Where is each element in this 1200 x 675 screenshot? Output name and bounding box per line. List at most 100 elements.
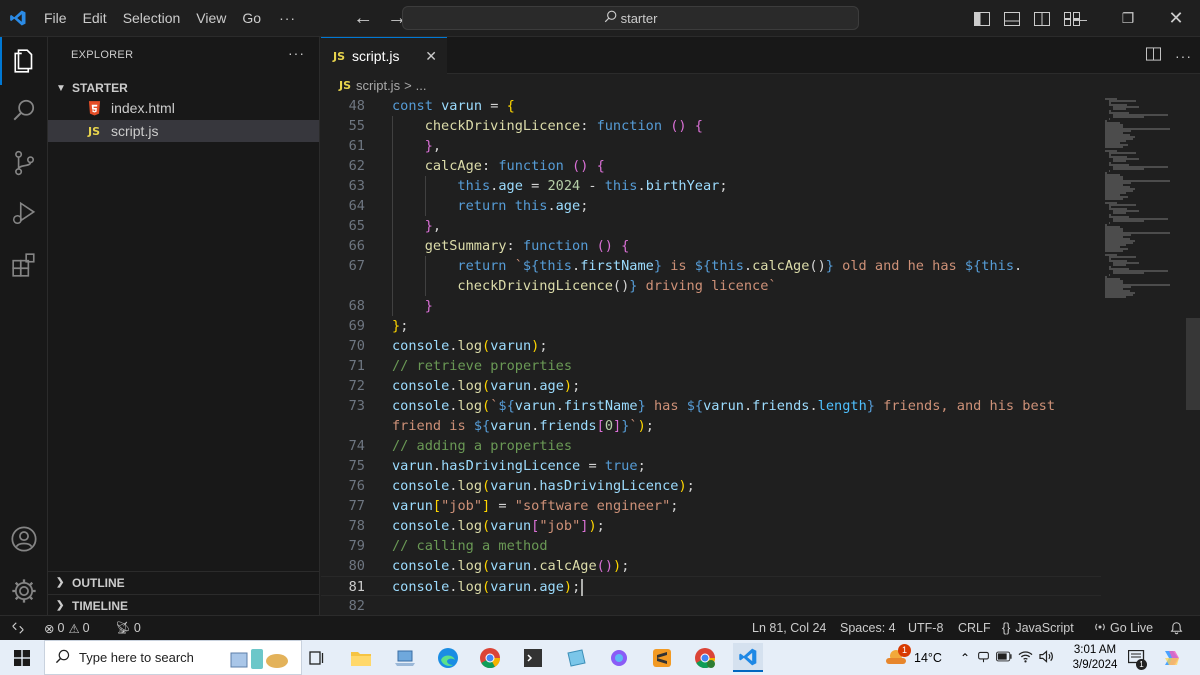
- task-view-icon[interactable]: [302, 643, 332, 672]
- menu-view[interactable]: View: [188, 0, 234, 37]
- explorer-icon[interactable]: [0, 37, 48, 85]
- network-drive-icon[interactable]: [977, 650, 990, 666]
- toggle-primary-sidebar-icon[interactable]: [967, 0, 997, 37]
- minimap[interactable]: [1103, 96, 1185, 615]
- outline-section[interactable]: ❯ OUTLINE: [48, 571, 319, 593]
- code-line[interactable]: 77 varun["job"] = "software engineer";: [321, 496, 1101, 516]
- code-text: return `${this.firstName} is ${this.calc…: [457, 258, 1023, 274]
- file-explorer-icon[interactable]: [346, 643, 376, 672]
- editor-scrollbar[interactable]: [1186, 318, 1200, 410]
- code-line[interactable]: 55 checkDrivingLicence: function () {: [321, 116, 1101, 136]
- windows-start-icon[interactable]: [0, 640, 44, 675]
- explorer-more-button[interactable]: ···: [288, 45, 305, 61]
- indentation[interactable]: Spaces: 4: [840, 616, 896, 640]
- notepad-icon[interactable]: [561, 643, 591, 672]
- more-actions-button[interactable]: ···: [1175, 48, 1192, 64]
- file-script-js[interactable]: JS script.js: [48, 120, 319, 142]
- encoding[interactable]: UTF-8: [908, 616, 943, 640]
- language-mode[interactable]: {} JavaScript: [1002, 616, 1074, 640]
- toggle-secondary-sidebar-icon[interactable]: [1027, 0, 1057, 37]
- command-center-search[interactable]: starter: [402, 6, 859, 30]
- code-line[interactable]: 76 console.log(varun.hasDrivingLicence);: [321, 476, 1101, 496]
- code-line[interactable]: 75 varun.hasDrivingLicence = true;: [321, 456, 1101, 476]
- code-line[interactable]: 66 getSummary: function () {: [321, 236, 1101, 256]
- weather-widget[interactable]: 1 14°C: [884, 640, 942, 675]
- notifications-bell-icon[interactable]: [1170, 616, 1183, 640]
- volume-icon[interactable]: [1039, 649, 1054, 666]
- end-of-line[interactable]: CRLF: [958, 616, 991, 640]
- code-line[interactable]: 70 console.log(varun);: [321, 336, 1101, 356]
- cursor-position[interactable]: Ln 81, Col 24: [752, 616, 826, 640]
- go-live-button[interactable]: Go Live: [1094, 616, 1153, 640]
- code-line[interactable]: 78 console.log(varun["job"]);: [321, 516, 1101, 536]
- source-control-icon[interactable]: [0, 139, 48, 187]
- minimize-icon[interactable]: —: [1056, 0, 1104, 37]
- code-line[interactable]: 64 return this.age;: [321, 196, 1101, 216]
- run-debug-icon[interactable]: [0, 189, 48, 237]
- line-number: 82: [348, 598, 365, 614]
- chrome-browser-icon[interactable]: [475, 643, 505, 672]
- vscode-taskbar-icon[interactable]: [733, 643, 763, 672]
- wifi-icon[interactable]: [1018, 650, 1033, 666]
- remote-indicator-icon[interactable]: [0, 616, 36, 640]
- ports-indicator[interactable]: 📡︎ 0: [115, 616, 141, 640]
- code-line[interactable]: 69};: [321, 316, 1101, 336]
- breadcrumb-file[interactable]: script.js: [356, 78, 400, 93]
- go-live-label: Go Live: [1110, 621, 1154, 635]
- menu-more-button[interactable]: ···: [269, 0, 306, 37]
- code-line[interactable]: friend is ${varun.friends[0]}`);: [321, 416, 1101, 436]
- copilot-tray-icon[interactable]: [1160, 640, 1182, 675]
- folder-starter[interactable]: ▼ STARTER: [56, 77, 128, 99]
- code-line[interactable]: 48 const varun = {: [321, 96, 1101, 116]
- code-line[interactable]: 82: [321, 596, 1101, 615]
- chevron-up-icon[interactable]: ⌃: [960, 651, 970, 665]
- code-line[interactable]: 71 // retrieve properties: [321, 356, 1101, 376]
- close-tab-icon[interactable]: ✕: [425, 48, 437, 65]
- file-index-html[interactable]: index.html: [48, 97, 319, 119]
- sublime-text-icon[interactable]: [647, 643, 677, 672]
- manage-gear-icon[interactable]: [0, 567, 48, 615]
- back-arrow-icon[interactable]: ←: [350, 7, 376, 30]
- breadcrumb-more[interactable]: ...: [416, 78, 427, 93]
- code-line[interactable]: 73 console.log(`${varun.firstName} has ${…: [321, 396, 1101, 416]
- code-line[interactable]: 79 // calling a method: [321, 536, 1101, 556]
- edge-browser-icon[interactable]: [433, 643, 463, 672]
- tab-script-js[interactable]: JS script.js ✕: [321, 37, 447, 74]
- split-editor-icon[interactable]: [1146, 47, 1161, 64]
- problems-indicator[interactable]: ⊗ 0 ⚠ 0: [44, 616, 90, 640]
- code-line[interactable]: 81 console.log(varun.age);: [321, 576, 1101, 596]
- menu-go[interactable]: Go: [234, 0, 269, 37]
- menu-edit[interactable]: Edit: [75, 0, 115, 37]
- chrome-profile-icon[interactable]: [690, 643, 720, 672]
- toggle-panel-icon[interactable]: [997, 0, 1027, 37]
- code-line[interactable]: 61},: [321, 136, 1101, 156]
- accounts-icon[interactable]: [0, 515, 48, 563]
- code-text: console.log(varun.calcAge());: [392, 558, 630, 574]
- line-number: 66: [348, 238, 365, 254]
- code-editor[interactable]: 48 const varun = {55 checkDrivingLicence: …: [321, 96, 1200, 615]
- restore-icon[interactable]: ❐: [1104, 0, 1152, 37]
- code-line[interactable]: 80 console.log(varun.calcAge());: [321, 556, 1101, 576]
- copilot-icon[interactable]: [604, 643, 634, 672]
- terminal-app-icon[interactable]: [518, 643, 548, 672]
- clock[interactable]: 3:01 AM 3/9/2024: [1070, 640, 1120, 675]
- search-icon[interactable]: [0, 87, 48, 135]
- system-tray-icons[interactable]: ⌃: [960, 640, 1054, 675]
- close-window-icon[interactable]: ✕: [1152, 0, 1200, 37]
- battery-icon[interactable]: [996, 651, 1012, 665]
- extensions-icon[interactable]: [0, 241, 48, 289]
- timeline-section[interactable]: ❯ TIMELINE: [48, 594, 319, 616]
- code-line[interactable]: 63 this.age = 2024 - this.birthYear;: [321, 176, 1101, 196]
- notification-center-icon[interactable]: 1: [1128, 640, 1147, 675]
- code-line[interactable]: checkDrivingLicence()} driving licence`: [321, 276, 1101, 296]
- code-line[interactable]: 65},: [321, 216, 1101, 236]
- code-line[interactable]: 72 console.log(varun.age);: [321, 376, 1101, 396]
- code-line[interactable]: 74 // adding a properties: [321, 436, 1101, 456]
- menu-file[interactable]: File: [36, 0, 75, 37]
- menu-selection[interactable]: Selection: [115, 0, 189, 37]
- code-line[interactable]: 62 calcAge: function () {: [321, 156, 1101, 176]
- laptop-app-icon[interactable]: [390, 643, 420, 672]
- code-line[interactable]: 67 return `${this.firstName} is ${this.ca…: [321, 256, 1101, 276]
- code-line[interactable]: 68}: [321, 296, 1101, 316]
- taskbar-search-box[interactable]: Type here to search: [44, 640, 302, 675]
